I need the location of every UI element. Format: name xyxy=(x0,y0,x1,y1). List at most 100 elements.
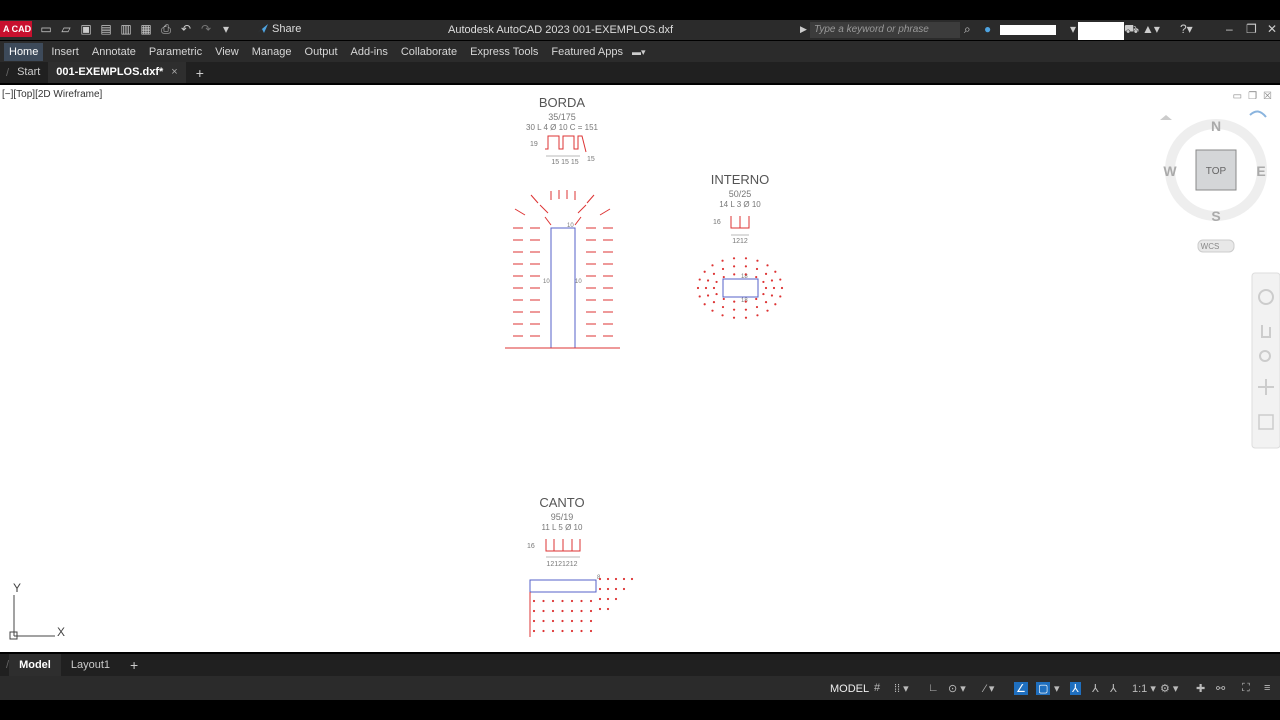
save-icon[interactable]: ▣ xyxy=(78,22,94,36)
rebar-dot xyxy=(766,264,769,267)
snap-icon[interactable]: ⁞⁞ ▾ xyxy=(894,682,909,695)
ribbon-tab-parametric[interactable]: Parametric xyxy=(144,43,207,61)
rebar-dot xyxy=(732,265,736,268)
navigation-bar xyxy=(1251,272,1280,449)
annotation-visibility-icon[interactable]: ⅄ xyxy=(1070,682,1081,695)
rebar-dot xyxy=(580,599,583,603)
workspace-gear-icon[interactable]: ⚙ ▾ xyxy=(1160,682,1178,695)
customize-qat-icon[interactable]: ▾ xyxy=(218,22,234,36)
object-snap-dropdown-icon[interactable]: ▾ xyxy=(1054,682,1060,695)
tab-model[interactable]: Model xyxy=(9,654,61,676)
publish-icon[interactable]: ▥ xyxy=(118,22,134,36)
rebar-dot xyxy=(721,305,725,309)
rebar-dot xyxy=(732,257,736,260)
save-as-icon[interactable]: ▤ xyxy=(98,22,114,36)
rebar-dot xyxy=(703,270,706,273)
ribbon-tab-home[interactable]: Home xyxy=(4,42,44,61)
grid-icon[interactable]: # xyxy=(874,682,880,694)
ribbon-tab-output[interactable]: Output xyxy=(300,43,343,61)
rebar-dot xyxy=(772,286,776,290)
ribbon-tab-annotate[interactable]: Annotate xyxy=(87,43,141,61)
autoscale-icon[interactable]: ⅄ xyxy=(1092,682,1099,695)
tab-layout1[interactable]: Layout1 xyxy=(61,654,120,676)
home-view-icon[interactable] xyxy=(1160,115,1172,120)
rebar-dot xyxy=(542,619,545,623)
rebar-dot xyxy=(744,257,748,260)
rebar-dot xyxy=(614,587,618,591)
search-expand-icon[interactable]: ▶ xyxy=(800,24,807,35)
search-input[interactable]: Type a keyword or phrase xyxy=(810,22,960,38)
viewcube[interactable]: TOP N S E W WCS xyxy=(1160,110,1267,253)
ribbon-display-toggle-icon[interactable]: ▬▾ xyxy=(632,47,654,57)
tab-start[interactable]: Start xyxy=(9,62,48,83)
ribbon-tab-manage[interactable]: Manage xyxy=(247,43,297,61)
polar-tracking-icon[interactable]: ⊙ ▾ xyxy=(948,682,966,695)
ribbon-tab-collaborate[interactable]: Collaborate xyxy=(396,43,462,61)
rebar-dot xyxy=(561,619,564,623)
rebar-dot xyxy=(780,286,784,290)
ortho-icon[interactable]: ∟ xyxy=(928,682,939,694)
rebar-dot xyxy=(598,577,602,581)
viewcube-south[interactable]: S xyxy=(1211,208,1220,224)
viewcube-north[interactable]: N xyxy=(1211,118,1221,134)
drawing-canvas[interactable]: [−][Top][2D Wireframe] ▭ ❐ ☒ BORDA 35/175 … xyxy=(0,85,1280,652)
ribbon-tab-view[interactable]: View xyxy=(210,43,244,61)
viewcube-west[interactable]: W xyxy=(1163,163,1177,179)
export-icon[interactable]: ▦ xyxy=(138,22,154,36)
user-dropdown-icon[interactable]: ▾ xyxy=(1070,22,1076,36)
redo-icon[interactable]: ↷ xyxy=(198,22,214,36)
app-menu-button[interactable]: A CAD xyxy=(0,21,32,37)
canto-dim-bottom: 12121212 xyxy=(546,561,577,568)
print-icon[interactable]: ⎙ xyxy=(158,22,174,36)
viewcube-east[interactable]: E xyxy=(1256,163,1265,179)
rotate-view-icon[interactable] xyxy=(1249,110,1267,118)
add-layout-button[interactable]: + xyxy=(120,657,148,673)
user-icon[interactable]: ● xyxy=(984,22,991,36)
rebar-dot xyxy=(722,297,725,301)
rebar-tick xyxy=(586,194,595,204)
close-icon[interactable]: ✕ xyxy=(1267,22,1277,36)
rebar-dot xyxy=(744,265,748,268)
rebar-dot xyxy=(606,587,610,591)
customize-status-icon[interactable]: ≡ xyxy=(1264,682,1270,694)
account-field[interactable] xyxy=(1078,22,1124,40)
scale-selector[interactable]: 1:1 ▾ xyxy=(1132,682,1156,695)
rebar-dot xyxy=(733,273,736,276)
annotation-scale-icon[interactable]: ⅄ xyxy=(1110,682,1117,695)
autodesk-app-icon[interactable]: ▲▾ xyxy=(1142,22,1160,36)
rebar-dot xyxy=(532,609,536,613)
rebar-dot xyxy=(589,599,593,603)
ribbon-tab-insert[interactable]: Insert xyxy=(46,43,84,61)
restore-icon[interactable]: ❐ xyxy=(1246,22,1257,36)
search-icon[interactable]: ⌕ xyxy=(964,22,971,37)
share-button[interactable]: Share xyxy=(256,23,301,35)
object-snap-tracking-icon[interactable]: ∠ xyxy=(1014,682,1028,695)
borda-dim-bottom: 15 15 15 xyxy=(551,159,578,166)
undo-icon[interactable]: ↶ xyxy=(178,22,194,36)
rebar-dot xyxy=(542,629,545,633)
fullscreen-icon[interactable]: ⛶ xyxy=(1242,682,1250,695)
object-snap-icon[interactable]: ▢ xyxy=(1036,682,1051,695)
rebar-dot xyxy=(622,587,626,591)
tab-active-file[interactable]: 001-EXEMPLOS.dxf* × xyxy=(48,62,186,83)
model-space-button[interactable]: MODEL xyxy=(830,683,869,695)
ribbon-tab-featured-apps[interactable]: Featured Apps xyxy=(546,43,628,61)
ribbon-tab-express-tools[interactable]: Express Tools xyxy=(465,43,543,61)
rebar-dot xyxy=(712,301,716,304)
new-file-icon[interactable]: ▭ xyxy=(38,22,54,36)
isodraft-icon[interactable]: ⁄ ▾ xyxy=(984,682,994,695)
minimize-icon[interactable]: – xyxy=(1226,22,1233,36)
user-name-field[interactable] xyxy=(1000,25,1056,35)
help-icon[interactable]: ?▾ xyxy=(1180,22,1193,36)
interno-dim-bottom-inner: 18 xyxy=(741,298,748,304)
open-folder-icon[interactable]: ▱ xyxy=(58,22,74,36)
tab-close-icon[interactable]: × xyxy=(171,66,177,78)
units-icon[interactable]: ⚯ xyxy=(1216,682,1225,695)
add-annotation-icon[interactable]: ✚ xyxy=(1196,682,1205,695)
ribbon-tab-addins[interactable]: Add-ins xyxy=(346,43,393,61)
ribbon-tab-bar: Home Insert Annotate Parametric View Man… xyxy=(0,41,1280,62)
rebar-dot xyxy=(721,314,724,317)
cart-icon[interactable]: ⛟ xyxy=(1124,22,1139,38)
new-tab-button[interactable]: + xyxy=(186,65,214,81)
rebar-dot xyxy=(570,599,574,603)
